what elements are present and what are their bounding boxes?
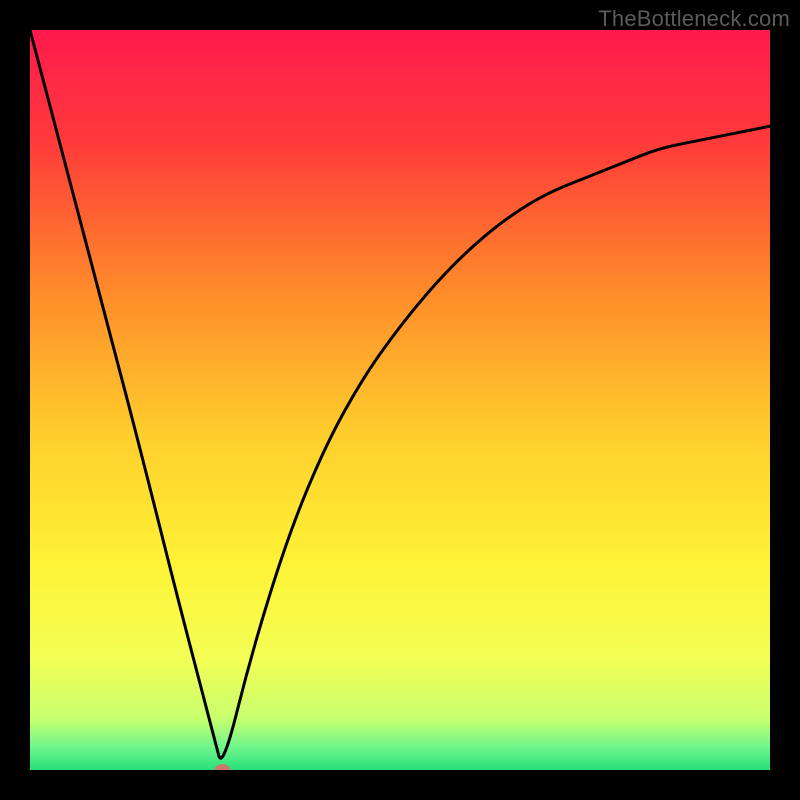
plot-area [30,30,770,770]
background-rect [30,30,770,770]
plot-svg [30,30,770,770]
chart-frame: TheBottleneck.com [0,0,800,800]
watermark-text: TheBottleneck.com [598,6,790,32]
